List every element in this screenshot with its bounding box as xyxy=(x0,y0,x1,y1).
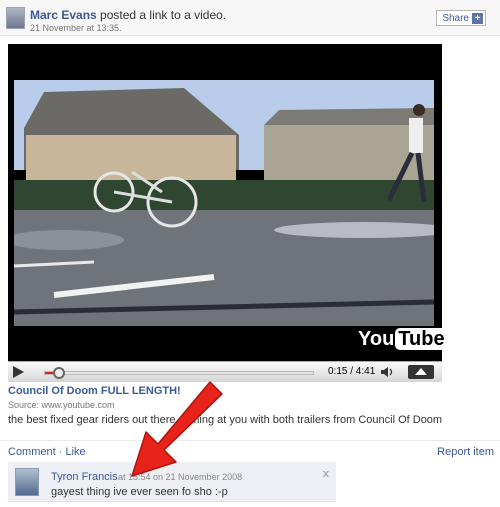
progress-bar[interactable] xyxy=(44,367,314,379)
poster-avatar[interactable] xyxy=(6,7,25,29)
action-separator: · xyxy=(58,446,63,458)
share-button[interactable]: Share + xyxy=(436,10,486,26)
comment-avatar[interactable] xyxy=(15,468,39,496)
progress-knob[interactable] xyxy=(53,367,66,379)
share-plus-icon: + xyxy=(472,12,483,24)
youtube-logo-you: You xyxy=(358,328,395,350)
video-frame[interactable] xyxy=(14,80,434,326)
video-source: Source: www.youtube.com xyxy=(8,400,115,410)
comment-author-link[interactable]: Tyron Francis xyxy=(51,471,118,483)
post-action-text: posted a link to a video. xyxy=(100,8,227,22)
video-player[interactable]: You Tube 0:15 / 4:41 xyxy=(8,44,448,382)
poster-name-link[interactable]: Marc Evans xyxy=(30,8,97,22)
video-controls: 0:15 / 4:41 xyxy=(8,361,442,382)
expand-icon[interactable] xyxy=(408,365,434,379)
play-icon[interactable] xyxy=(13,366,24,378)
volume-icon[interactable] xyxy=(380,366,396,378)
like-link[interactable]: Like xyxy=(65,446,85,458)
comment-text: gayest thing ive ever seen fo sho :-p xyxy=(51,486,228,498)
comment-like-links: Comment · Like xyxy=(8,446,86,458)
youtube-logo-tube: Tube xyxy=(395,328,448,350)
post-timestamp[interactable]: 21 November at 13:35. xyxy=(30,23,122,33)
share-label: Share xyxy=(442,12,469,24)
report-item-link[interactable]: Report item xyxy=(437,446,494,458)
post-actions: Comment · Like Report item xyxy=(0,440,500,462)
post-headline: Marc Evans posted a link to a video. xyxy=(30,8,226,22)
close-icon[interactable]: x xyxy=(323,468,329,480)
comment-link[interactable]: Comment xyxy=(8,446,56,458)
post-header: Marc Evans posted a link to a video. 21 … xyxy=(0,0,500,36)
time-readout: 0:15 / 4:41 xyxy=(328,366,376,377)
video-description: the best fixed gear riders out there com… xyxy=(8,414,443,426)
video-frame-image xyxy=(14,80,434,326)
red-arrow-annotation xyxy=(131,381,223,477)
youtube-logo[interactable]: You Tube xyxy=(358,328,448,351)
